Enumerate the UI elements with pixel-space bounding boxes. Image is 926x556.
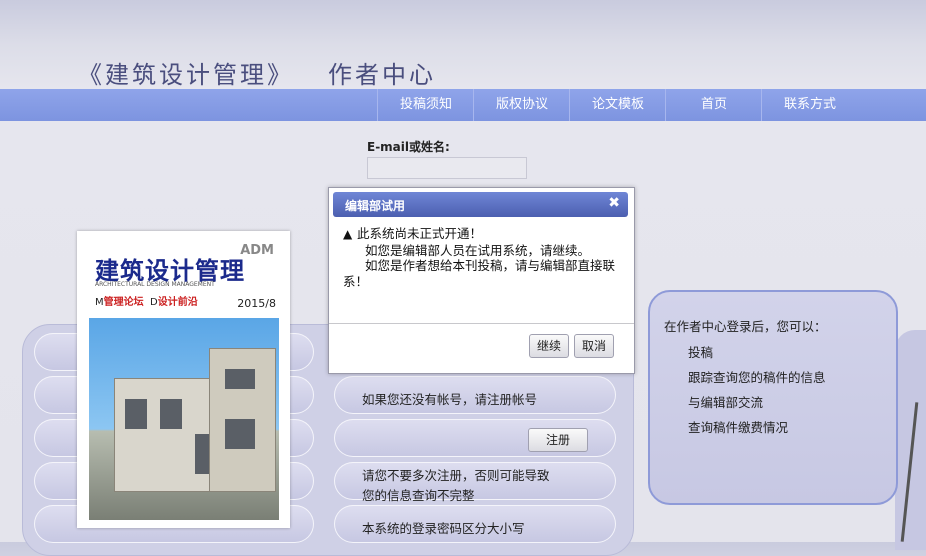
close-icon[interactable]: ✖ (608, 195, 620, 211)
info-item-communicate: 与编辑部交流 (688, 395, 764, 410)
info-title: 在作者中心登录后，您可以： (664, 319, 827, 334)
dialog-line3: 如您是作者想给本刊投稿，请与编辑部直接联系！ (343, 258, 616, 289)
dialog-header: 编辑部试用 ✖ (333, 192, 628, 217)
cover-photo (89, 318, 279, 520)
email-label: E-mail或姓名: (367, 140, 450, 154)
dialog-message: ▲ 此系统尚未正式开通！ 如您是编辑部人员在试用系统，请继续。 如您是作者想给本刊… (343, 226, 623, 289)
register-warning-line1: 请您不要多次注册，否则可能导致 (362, 468, 550, 483)
cover-tags: M管理论坛 D设计前沿 (95, 293, 198, 308)
nav-paper-template[interactable]: 论文模板 (569, 89, 666, 121)
register-button[interactable]: 注册 (528, 428, 588, 452)
section-title: 作者中心 (328, 61, 436, 89)
journal-cover-image: ADM 建筑设计管理 ARCHITECTURAL DESIGN MANAGEME… (77, 231, 290, 528)
warning-icon: ▲ (343, 227, 353, 241)
page-title: 《建筑设计管理》 作者中心 (78, 55, 436, 90)
password-case-hint: 本系统的登录密码区分大小写 (362, 521, 525, 536)
cover-subtitle: ARCHITECTURAL DESIGN MANAGEMENT (95, 281, 215, 288)
info-item-fees: 查询稿件缴费情况 (688, 420, 789, 435)
trial-dialog: 编辑部试用 ✖ ▲ 此系统尚未正式开通！ 如您是编辑部人员在试用系统，请继续。 如… (328, 187, 635, 374)
cover-issue: 2015/8 (237, 297, 276, 310)
nav-copyright-agreement[interactable]: 版权协议 (473, 89, 570, 121)
nav-contact[interactable]: 联系方式 (761, 89, 858, 121)
email-field[interactable] (367, 157, 527, 179)
dialog-title: 编辑部试用 (345, 199, 406, 213)
nav-submission-guide[interactable]: 投稿须知 (377, 89, 474, 121)
nav-home[interactable]: 首页 (665, 89, 762, 121)
cover-tag2-letter: D (150, 297, 158, 308)
register-warning-line2: 您的信息查询不完整 (362, 488, 475, 503)
cover-tag1-text: 管理论坛 (103, 297, 144, 308)
info-box: 在作者中心登录后，您可以： 投稿 跟踪查询您的稿件的信息 与编辑部交流 查询稿件… (648, 290, 898, 505)
info-item-track: 跟踪查询您的稿件的信息 (688, 370, 826, 385)
cover-adm: ADM (240, 243, 274, 258)
register-hint: 如果您还没有帐号，请注册帐号 (362, 392, 538, 407)
journal-title: 《建筑设计管理》 (78, 61, 294, 89)
dialog-line2: 如您是编辑部人员在试用系统，请继续。 (365, 242, 591, 258)
info-item-submit: 投稿 (688, 345, 714, 360)
cover-tag2-text: 设计前沿 (157, 297, 198, 308)
dialog-line1: 此系统尚未正式开通！ (357, 226, 483, 241)
cover-tag1-letter: M (95, 297, 104, 308)
tower-shape (209, 348, 276, 492)
nav-bar: 投稿须知 版权协议 论文模板 首页 联系方式 (0, 89, 926, 121)
cancel-button[interactable]: 取消 (574, 334, 614, 358)
continue-button[interactable]: 继续 (529, 334, 569, 358)
dialog-separator (329, 323, 634, 324)
